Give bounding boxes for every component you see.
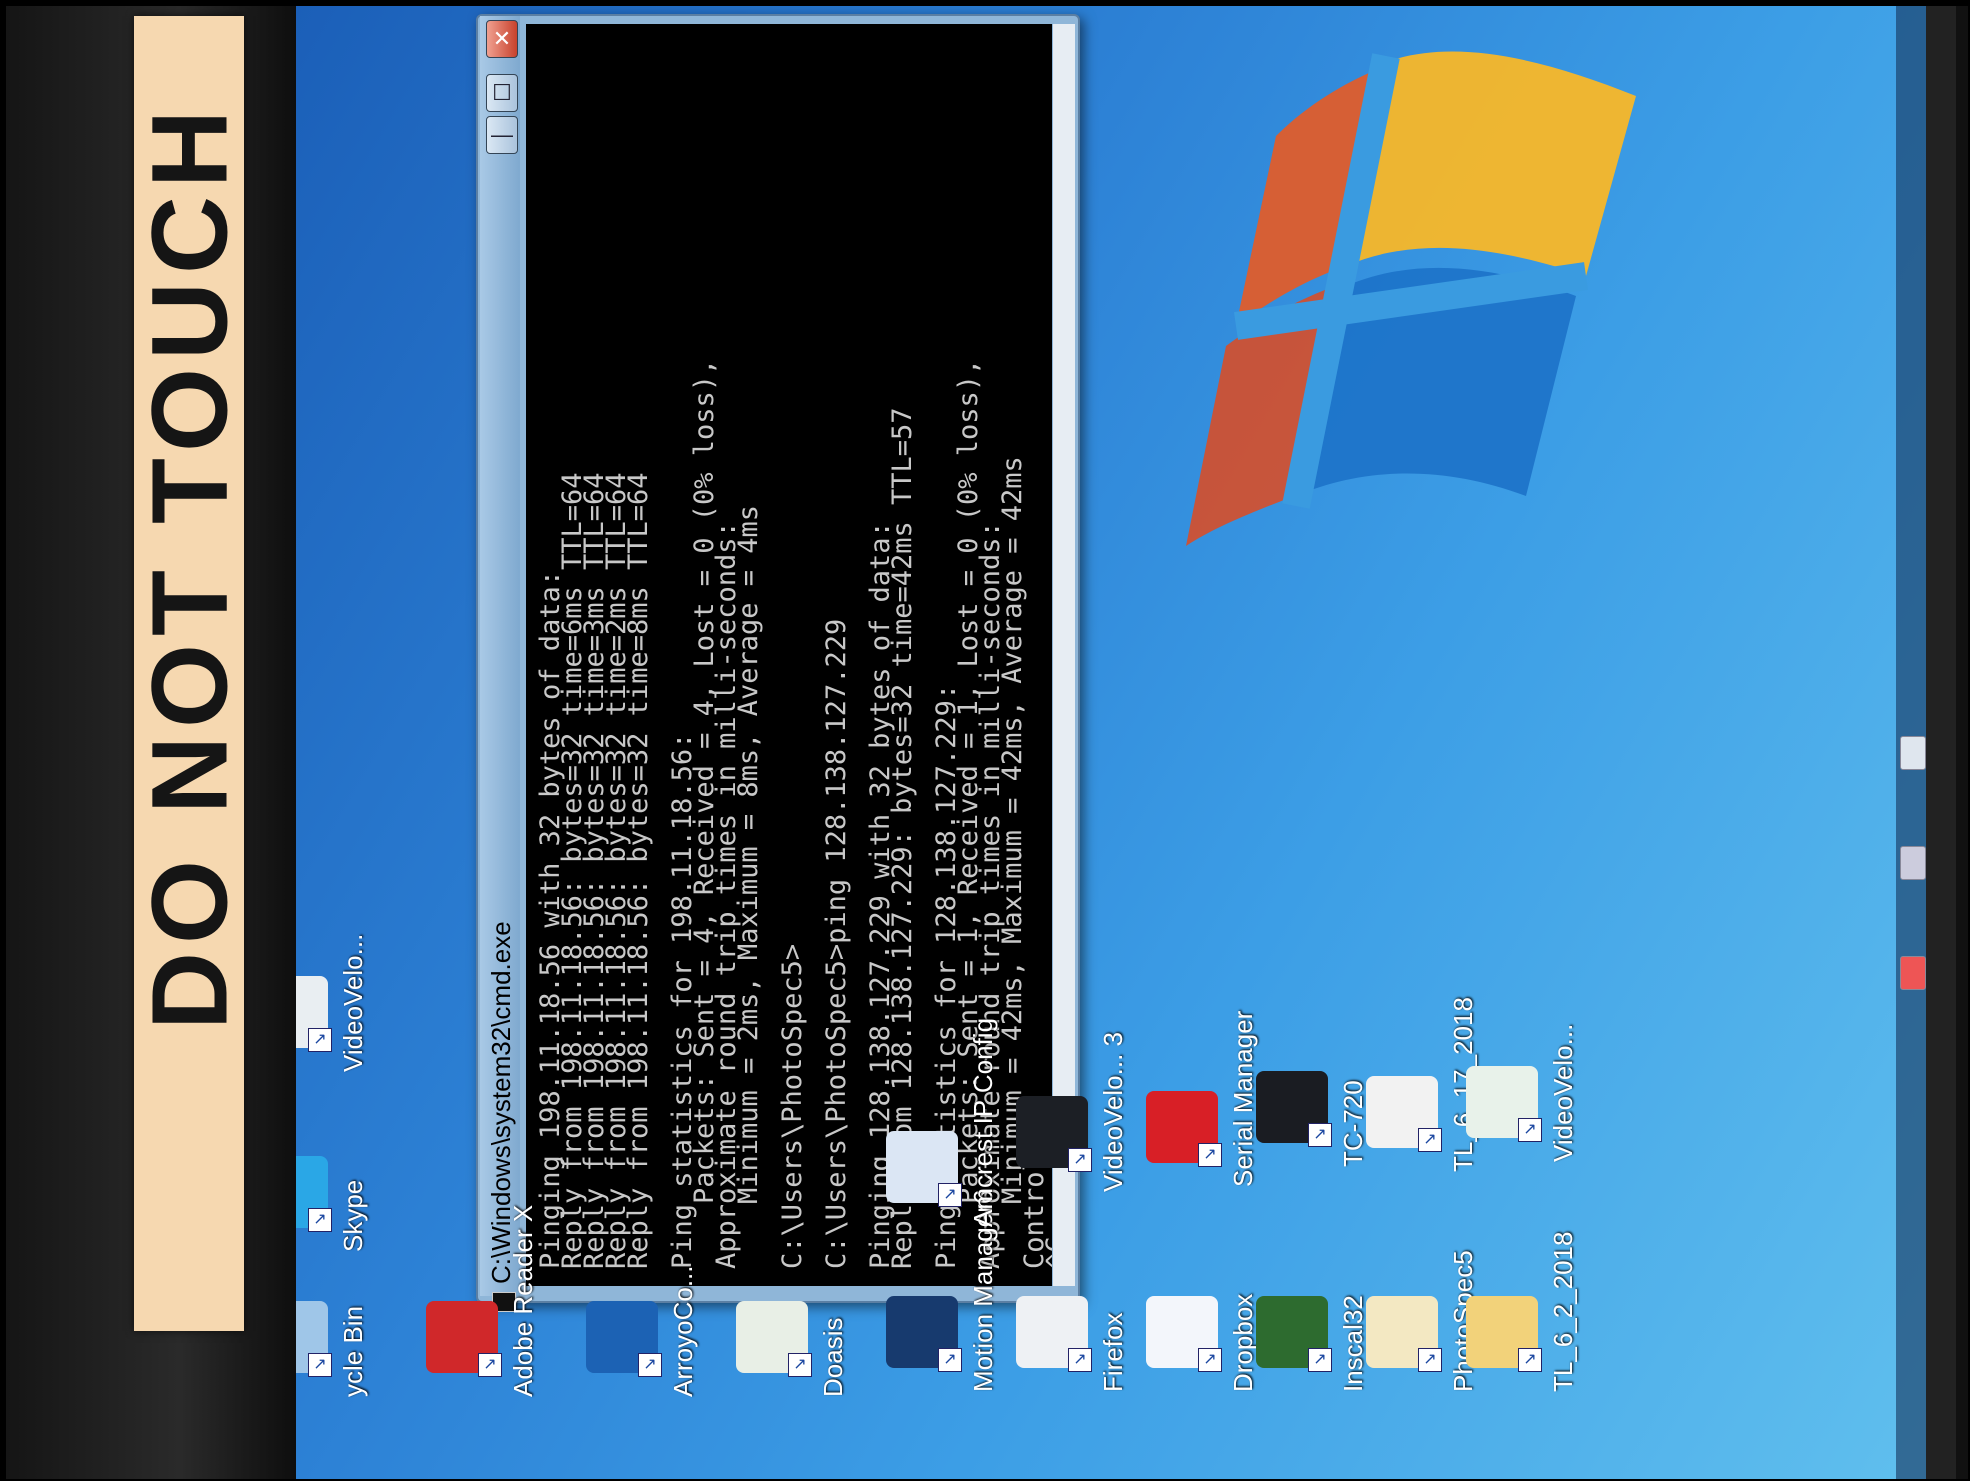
shortcut-arrow-icon: ↗: [1308, 1348, 1332, 1372]
shortcut-arrow-icon: ↗: [938, 1348, 962, 1372]
desktop-icon[interactable]: ↗ Serial Manager: [1146, 1011, 1258, 1187]
desktop-icon-label: ArroyoCo...: [668, 1265, 698, 1398]
taskbar[interactable]: [1896, 6, 1928, 1479]
console-text: Pinging 198.11.18.56 with 32 bytes of da…: [535, 29, 1052, 1269]
desktop-icon-label: VideoVelo...: [1548, 1023, 1578, 1162]
desktop-icon[interactable]: ↗ ArroyoCo...: [586, 1266, 698, 1397]
taskbar-cmd-icon[interactable]: [1900, 736, 1926, 770]
desktop-icon-label: VideoVelo...: [338, 933, 368, 1072]
shortcut-arrow-icon: ↗: [308, 1353, 332, 1377]
shortcut-arrow-icon: ↗: [308, 1028, 332, 1052]
shortcut-arrow-icon: ↗: [1518, 1118, 1542, 1142]
desktop-icon[interactable]: ↗ TL_6_17_2018: [1366, 997, 1478, 1172]
shortcut-arrow-icon: ↗: [1198, 1143, 1222, 1167]
desktop-icon[interactable]: ↗ Inscal32: [1256, 1295, 1368, 1392]
desktop-icon[interactable]: ↗ Skype: [296, 1156, 368, 1252]
desktop-screen: C:\Windows\system32\cmd.exe ✕ ☐ — Pingin…: [296, 6, 1956, 1479]
desktop-icon-label: Firefox: [1098, 1312, 1128, 1392]
shortcut-arrow-icon: ↗: [1418, 1348, 1442, 1372]
console-line: C:\Users\PhotoSpec5>: [777, 943, 808, 1269]
console-line: ^C: [1041, 1236, 1052, 1269]
shortcut-arrow-icon: ↗: [1068, 1148, 1092, 1172]
taskbar-notify-icon[interactable]: [1900, 846, 1926, 880]
desktop-icon-label: Dropbox: [1228, 1293, 1258, 1392]
desktop-icon[interactable]: ↗ Motion Manager6: [886, 1190, 998, 1392]
desktop-icon-label: Serial Manager: [1228, 1010, 1258, 1187]
desktop-icon[interactable]: ↗ VideoVelo... 3: [1016, 1032, 1128, 1192]
desktop-icon[interactable]: ↗ Firefox: [1016, 1296, 1128, 1392]
cmd-titlebar[interactable]: C:\Windows\system32\cmd.exe ✕ ☐ —: [480, 16, 520, 1312]
minimize-button[interactable]: —: [486, 116, 518, 154]
shortcut-arrow-icon: ↗: [308, 1208, 332, 1232]
desktop-icon[interactable]: ↗ Doasis: [736, 1301, 848, 1397]
desktop-icon-label: Adobe Reader X: [508, 1204, 538, 1397]
desktop-icon-label: ycle Bin: [338, 1305, 368, 1397]
desktop-icon-label: Amcrest IP Config: [968, 1017, 998, 1227]
shortcut-arrow-icon: ↗: [478, 1353, 502, 1377]
console-line: Minimum = 2ms, Maximum = 8ms, Average = …: [733, 504, 764, 1269]
close-button[interactable]: ✕: [486, 20, 518, 58]
desktop-icon-label: TL_6_2_2018: [1548, 1231, 1578, 1392]
shortcut-arrow-icon: ↗: [638, 1353, 662, 1377]
desktop-icon[interactable]: ↗ VideoVelo...: [1466, 1024, 1578, 1162]
maximize-button[interactable]: ☐: [486, 74, 518, 112]
desktop-icon[interactable]: ↗ TL_6_2_2018: [1466, 1232, 1578, 1392]
sign-text: DO NOT TOUCH: [128, 102, 250, 1030]
photo-frame: DO NOT TOUCH C:\Windows\system32\cmd.exe…: [4, 4, 1970, 1481]
desktop-icon[interactable]: ↗ Adobe Reader X: [426, 1205, 538, 1397]
shortcut-arrow-icon: ↗: [938, 1183, 962, 1207]
desktop-icon-label: Doasis: [818, 1317, 848, 1397]
desktop-icon-label: VideoVelo... 3: [1098, 1032, 1128, 1192]
desktop-icon[interactable]: ↗ PhotoSpec5: [1366, 1250, 1478, 1392]
desktop-icon[interactable]: ↗ ycle Bin: [296, 1301, 368, 1397]
shortcut-arrow-icon: ↗: [1308, 1123, 1332, 1147]
shortcut-arrow-icon: ↗: [1518, 1348, 1542, 1372]
taskbar-alert-icon[interactable]: [1900, 956, 1926, 990]
windows-logo: [1186, 51, 1636, 546]
shortcut-arrow-icon: ↗: [1068, 1348, 1092, 1372]
desktop-icon[interactable]: ↗ TC-720: [1256, 1071, 1368, 1167]
console-line: Minimum = 42ms, Maximum = 42ms, Average …: [997, 456, 1028, 1269]
console-line: C:\Users\PhotoSpec5>ping 128.138.127.229: [821, 618, 852, 1269]
desktop-icon[interactable]: ↗ Amcrest IP Config: [886, 1018, 998, 1227]
desktop-icon-label: TC-720: [1338, 1080, 1368, 1167]
shortcut-arrow-icon: ↗: [1198, 1348, 1222, 1372]
console-line: Reply from 198.11.18.56: bytes=32 time=8…: [623, 472, 654, 1269]
desktop-icon[interactable]: ↗ VideoVelo...: [296, 934, 368, 1072]
monitor-bezel-right: [1926, 6, 1956, 1479]
desktop-icon-label: Inscal32: [1338, 1295, 1368, 1392]
shortcut-arrow-icon: ↗: [1418, 1128, 1442, 1152]
shortcut-arrow-icon: ↗: [788, 1353, 812, 1377]
desktop-icon-label: Skype: [338, 1179, 368, 1252]
console-line: Reply from 128.138.127.229: bytes=32 tim…: [887, 407, 918, 1269]
desktop-icon[interactable]: ↗ Dropbox: [1146, 1294, 1258, 1392]
